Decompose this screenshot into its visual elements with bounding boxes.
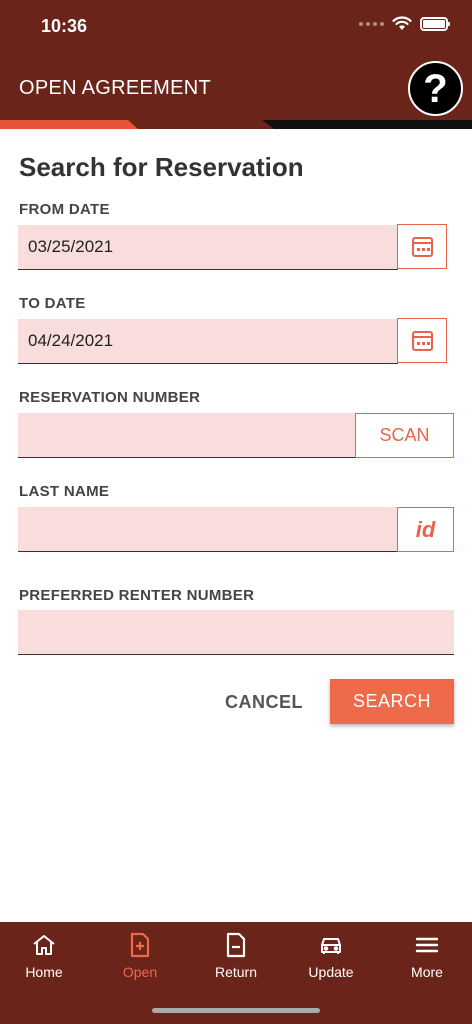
from-date-label: FROM DATE xyxy=(19,201,110,218)
wifi-icon xyxy=(392,16,412,30)
tab-more-label: More xyxy=(411,964,443,980)
app-title: OPEN AGREEMENT xyxy=(19,77,212,99)
search-button[interactable]: SEARCH xyxy=(330,679,454,724)
help-button[interactable]: ? xyxy=(408,61,463,116)
signal-icon xyxy=(359,21,384,26)
tab-more[interactable]: More xyxy=(382,932,472,980)
from-date-calendar-button[interactable] xyxy=(397,224,447,269)
tab-home[interactable]: Home xyxy=(0,932,89,980)
tab-home-label: Home xyxy=(25,964,63,980)
menu-icon xyxy=(415,937,439,953)
id-scan-button[interactable]: id xyxy=(397,507,454,552)
status-time: 10:36 xyxy=(41,16,88,36)
tab-return[interactable]: Return xyxy=(191,932,281,980)
document-plus-icon xyxy=(130,932,150,958)
header-accent-stripe xyxy=(0,120,138,129)
calendar-icon xyxy=(411,236,433,257)
preferred-renter-input[interactable] xyxy=(18,610,454,655)
page-title: Search for Reservation xyxy=(19,152,304,182)
id-icon: id xyxy=(415,516,436,542)
tab-open-label: Open xyxy=(122,964,158,980)
to-date-label: TO DATE xyxy=(19,295,86,312)
header-dark-stripe xyxy=(262,120,472,129)
status-icons xyxy=(359,16,450,31)
reservation-number-label: RESERVATION NUMBER xyxy=(19,389,201,406)
scan-button[interactable]: SCAN xyxy=(355,413,454,458)
to-date-calendar-button[interactable] xyxy=(397,318,447,363)
to-date-input[interactable] xyxy=(18,319,398,364)
home-indicator xyxy=(152,1008,320,1013)
last-name-input[interactable] xyxy=(18,507,398,552)
document-minus-icon xyxy=(226,932,246,958)
tab-return-label: Return xyxy=(214,964,258,980)
tab-update-label: Update xyxy=(308,964,354,980)
cancel-button[interactable]: CANCEL xyxy=(214,682,314,722)
home-icon xyxy=(33,935,55,955)
car-icon xyxy=(321,938,341,954)
question-icon: ? xyxy=(423,66,448,111)
reservation-number-input[interactable] xyxy=(18,413,356,458)
app-header: 10:36 OPEN AGREEMENT ? xyxy=(0,0,472,129)
preferred-renter-label: PREFERRED RENTER NUMBER xyxy=(19,587,255,604)
battery-icon xyxy=(420,16,450,31)
calendar-icon xyxy=(411,330,433,351)
from-date-input[interactable] xyxy=(18,225,398,270)
tab-open[interactable]: Open xyxy=(95,932,185,980)
status-bar: 10:36 xyxy=(0,0,472,52)
last-name-label: LAST NAME xyxy=(19,483,110,500)
tab-update[interactable]: Update xyxy=(286,932,376,980)
